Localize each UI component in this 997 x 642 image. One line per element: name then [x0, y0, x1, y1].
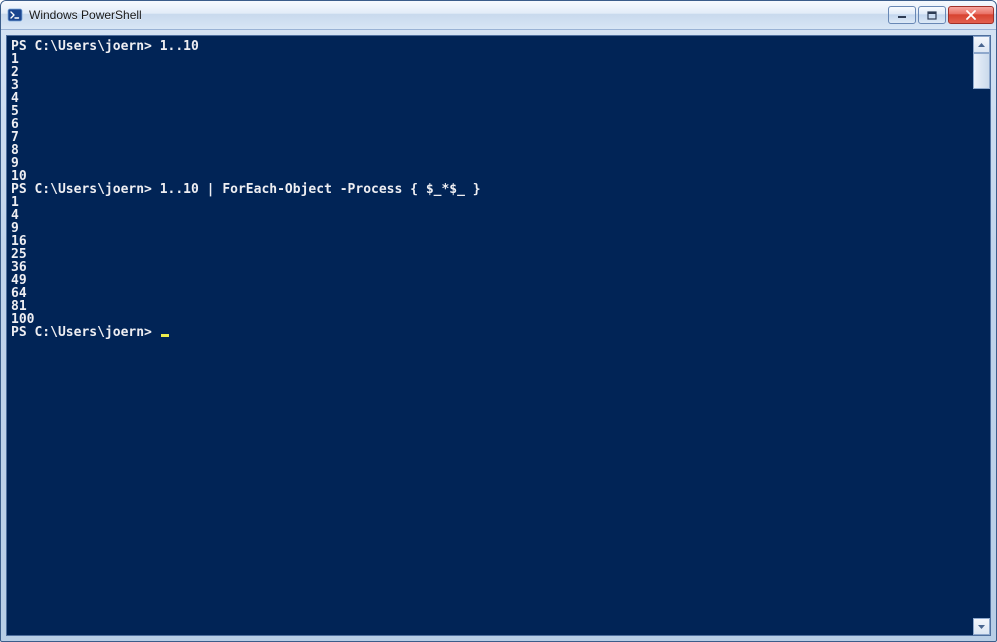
- terminal-output-line: 3: [11, 79, 973, 92]
- window: Windows PowerShell PS C:\Users\j: [0, 0, 997, 642]
- terminal-output-line: 9: [11, 157, 973, 170]
- scroll-thumb[interactable]: [973, 53, 990, 89]
- powershell-icon: [7, 7, 23, 23]
- terminal-output-line: 1: [11, 196, 973, 209]
- terminal-output-line: 2: [11, 66, 973, 79]
- terminal-prompt-line: PS C:\Users\joern>: [11, 326, 973, 339]
- window-title: Windows PowerShell: [29, 8, 888, 22]
- terminal-container: PS C:\Users\joern> 1..1012345678910PS C:…: [1, 30, 996, 641]
- terminal-output-line: 9: [11, 222, 973, 235]
- terminal-output-line: 49: [11, 274, 973, 287]
- close-icon: [965, 10, 977, 20]
- terminal-frame: PS C:\Users\joern> 1..1012345678910PS C:…: [6, 35, 991, 636]
- terminal-output-line: 36: [11, 261, 973, 274]
- scroll-up-button[interactable]: [973, 36, 990, 53]
- terminal-output-line: 6: [11, 118, 973, 131]
- minimize-icon: [897, 11, 907, 19]
- terminal-output-line: 1: [11, 53, 973, 66]
- window-controls: [888, 6, 994, 24]
- maximize-icon: [927, 11, 937, 20]
- maximize-button[interactable]: [918, 6, 946, 24]
- terminal-output-line: 64: [11, 287, 973, 300]
- terminal-output-line: 4: [11, 209, 973, 222]
- terminal-output-line: 5: [11, 105, 973, 118]
- titlebar[interactable]: Windows PowerShell: [1, 1, 996, 30]
- cursor: [161, 334, 169, 337]
- terminal-output-line: 16: [11, 235, 973, 248]
- terminal-output-line: 4: [11, 92, 973, 105]
- terminal-output-line: 7: [11, 131, 973, 144]
- terminal[interactable]: PS C:\Users\joern> 1..1012345678910PS C:…: [7, 36, 973, 635]
- scroll-down-button[interactable]: [973, 618, 990, 635]
- close-button[interactable]: [948, 6, 994, 24]
- terminal-output-line: 25: [11, 248, 973, 261]
- minimize-button[interactable]: [888, 6, 916, 24]
- terminal-output-line: 81: [11, 300, 973, 313]
- chevron-up-icon: [978, 43, 985, 47]
- terminal-command-line: PS C:\Users\joern> 1..10 | ForEach-Objec…: [11, 183, 973, 196]
- terminal-output-line: 8: [11, 144, 973, 157]
- scrollbar-vertical[interactable]: [973, 36, 990, 635]
- chevron-down-icon: [978, 625, 985, 629]
- terminal-command-line: PS C:\Users\joern> 1..10: [11, 40, 973, 53]
